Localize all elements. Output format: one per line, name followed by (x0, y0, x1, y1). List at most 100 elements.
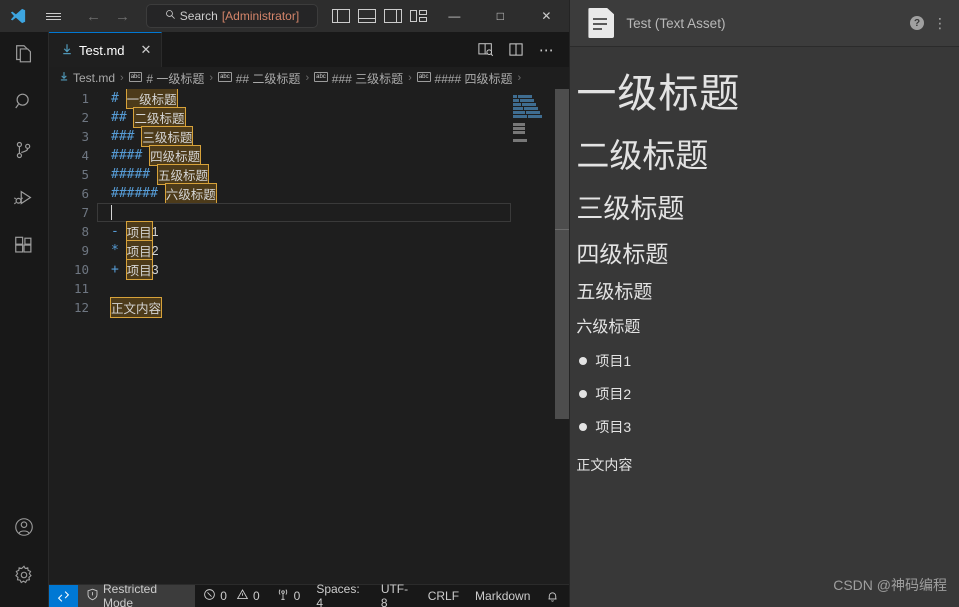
line-number: 4 (81, 148, 89, 163)
editor-scrollbar-thumb[interactable] (555, 89, 570, 419)
toggle-primary-sidebar-icon[interactable] (332, 8, 350, 24)
tab-label: Test.md (79, 42, 125, 58)
close-icon[interactable]: ✕ (141, 42, 152, 58)
code-line[interactable]: 3 ### 三级标题 (49, 126, 569, 147)
indentation-button[interactable]: Spaces: 4 (308, 582, 372, 607)
search-input[interactable]: Search [Administrator] (146, 4, 318, 28)
shield-icon (86, 588, 99, 604)
screenshot-root: ← → Search [Administrator] — □ ✕ Test.md… (0, 0, 959, 607)
search-icon (13, 91, 35, 118)
manage-settings-button[interactable] (0, 553, 48, 601)
line-number: 7 (81, 205, 89, 220)
preview-heading-5: 五级标题 (576, 282, 653, 303)
encoding-button[interactable]: UTF-8 (373, 582, 420, 607)
toggle-secondary-sidebar-icon[interactable] (384, 8, 402, 24)
editor-actions: ⋯ (473, 32, 569, 67)
status-bar: Restricted Mode 0 0 0 Spaces: 4 UTF-8 CR… (49, 582, 570, 607)
heading-marker: ###### (111, 186, 166, 201)
line-number: 12 (73, 300, 89, 315)
line-content: ##### 五级标题 (111, 164, 209, 185)
breadcrumb-item-h1[interactable]: abc # 一级标题 (128, 70, 204, 87)
sidebar-item-search[interactable] (0, 80, 48, 128)
breadcrumb-item-h3[interactable]: abc ### 三级标题 (314, 70, 403, 87)
eol-button[interactable]: CRLF (420, 585, 467, 607)
forward-icon[interactable]: → (115, 9, 130, 24)
code-line[interactable]: 7 (49, 203, 569, 222)
account-button[interactable] (0, 505, 48, 553)
list-item-label: 项目3 (595, 419, 632, 435)
close-button[interactable]: ✕ (523, 0, 569, 32)
remote-window-button[interactable] (49, 585, 78, 607)
nav-buttons: ← → (86, 9, 130, 24)
markdown-preview: 一级标题 二级标题 三级标题 四级标题 五级标题 六级标题 项目1 项目2 项目… (570, 47, 959, 607)
restricted-mode-button[interactable]: Restricted Mode (78, 582, 196, 607)
code-line[interactable]: 10 + 项目 3 (49, 259, 569, 280)
vscode-window: ← → Search [Administrator] — □ ✕ Test.md… (0, 0, 570, 607)
symbol-string-icon: abc (314, 72, 328, 82)
sidebar-item-extensions[interactable] (0, 224, 48, 272)
heading-marker: #### (111, 148, 151, 163)
search-icon (165, 9, 176, 23)
inspector-title: Test (Text Asset) (626, 15, 726, 31)
bullet-icon (579, 357, 588, 365)
split-editor-icon[interactable] (503, 32, 529, 67)
list-item: 项目1 (576, 351, 959, 371)
breadcrumb-item-h2[interactable]: abc ## 二级标题 (218, 70, 300, 87)
heading-marker: ## (111, 110, 135, 125)
maximize-button[interactable]: □ (477, 0, 523, 32)
code-line[interactable]: 12 正文内容 (49, 297, 569, 318)
files-icon (13, 43, 35, 70)
line-number: 3 (81, 129, 89, 144)
sidebar-item-source-control[interactable] (0, 128, 48, 176)
line-content: * 项目 2 (111, 240, 159, 261)
list-item-label: 项目1 (595, 353, 632, 369)
kebab-menu-icon[interactable]: ⋮ (933, 16, 947, 30)
toggle-panel-icon[interactable] (358, 8, 376, 24)
line-content: 正文内容 (109, 297, 163, 318)
code-line[interactable]: 9 * 项目 2 (49, 240, 569, 261)
sidebar-item-run-debug[interactable] (0, 176, 48, 224)
line-content (111, 205, 112, 220)
code-line[interactable]: 11 (49, 279, 569, 298)
breadcrumb-item-h4[interactable]: abc #### 四级标题 (416, 70, 513, 87)
breadcrumb: Test.md › abc # 一级标题 › abc ## 二级标题 › abc (49, 67, 570, 89)
heading-marker: ### (111, 129, 143, 144)
code-line[interactable]: 2 ## 二级标题 (49, 107, 569, 128)
code-editor[interactable]: 1 # 一级标题 2 ## 二级标题 3 ### 三级标题 4 #### 四级标题 5 #####… (49, 89, 570, 584)
list-marker: - (111, 224, 127, 239)
line-content: ## 二级标题 (111, 107, 186, 128)
breadcrumb-label: ## 二级标题 (235, 71, 301, 86)
list-marker: + (111, 262, 127, 277)
help-icon[interactable]: ? (910, 16, 924, 30)
language-mode-button[interactable]: Markdown (467, 585, 538, 607)
back-icon[interactable]: ← (86, 9, 101, 24)
line-content: # 一级标题 (111, 89, 178, 109)
notifications-bell-icon[interactable] (538, 585, 569, 607)
vscode-logo-icon (0, 0, 36, 32)
preview-icon[interactable] (473, 32, 499, 67)
ellipsis-icon[interactable]: ⋯ (533, 32, 559, 67)
line-number: 5 (81, 167, 89, 182)
text-asset-icon (588, 8, 615, 38)
window-controls: — □ ✕ (431, 0, 569, 32)
line-number: 8 (81, 224, 89, 239)
sidebar-item-explorer[interactable] (0, 32, 48, 80)
find-match-highlight: 项目 (125, 240, 153, 261)
problems-button[interactable]: 0 0 (195, 585, 267, 607)
hamburger-menu-icon[interactable] (36, 0, 70, 32)
line-content: - 项目 1 (111, 221, 159, 242)
customize-layout-icon[interactable] (410, 8, 428, 24)
line-number: 10 (73, 262, 89, 277)
breadcrumb-item-file[interactable]: Test.md (59, 71, 115, 85)
code-line[interactable]: 5 ##### 五级标题 (49, 164, 569, 185)
code-line[interactable]: 1 # 一级标题 (49, 89, 569, 109)
ports-button[interactable]: 0 (268, 585, 309, 607)
code-line[interactable]: 6 ###### 六级标题 (49, 183, 569, 204)
preview-heading-3: 三级标题 (576, 194, 685, 224)
breadcrumb-separator: › (305, 72, 310, 84)
code-line[interactable]: 4 #### 四级标题 (49, 145, 569, 166)
minimize-button[interactable]: — (431, 0, 477, 32)
tab-test-md[interactable]: Test.md ✕ (49, 32, 163, 67)
code-line[interactable]: 8 - 项目 1 (49, 221, 569, 242)
editor-scrollbar[interactable] (555, 89, 570, 584)
